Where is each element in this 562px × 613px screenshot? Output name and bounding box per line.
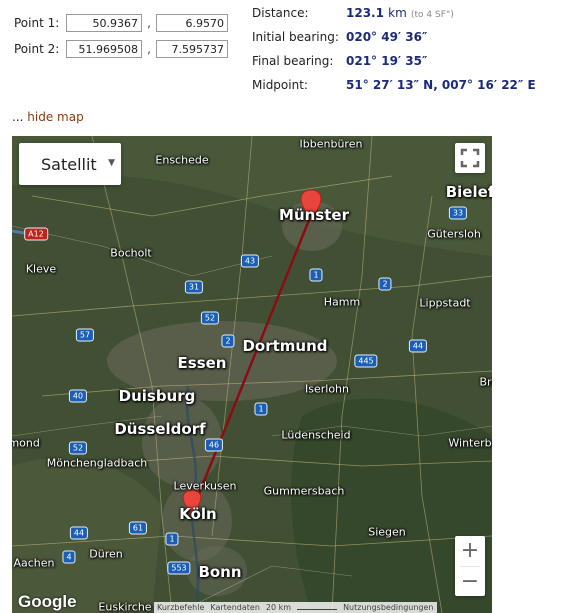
road-shield: 553 xyxy=(167,561,191,575)
road-shield: 2 xyxy=(378,277,392,291)
city-label: Köln xyxy=(179,505,217,523)
initial-bearing-value: 020° 49′ 36″ xyxy=(346,30,428,44)
plus-icon: + xyxy=(460,538,480,563)
point1-label: Point 1: xyxy=(14,16,60,30)
city-label: Bonn xyxy=(198,563,242,581)
city-label: Enschede xyxy=(155,153,209,167)
city-label: Düsseldorf xyxy=(114,420,206,438)
road-shield: 31 xyxy=(184,280,204,294)
city-label: rmond xyxy=(12,436,40,450)
initial-bearing-label: Initial bearing: xyxy=(252,30,339,44)
map-type-button[interactable]: Satellit ▼ xyxy=(19,143,121,185)
city-label: Gütersloh xyxy=(427,227,481,241)
point2-lat-input[interactable] xyxy=(66,40,142,58)
satellite-terrain xyxy=(12,136,492,613)
road-shield: 4 xyxy=(62,550,76,564)
city-label: Lippstadt xyxy=(419,296,471,310)
road-shield: 46 xyxy=(204,438,224,452)
scale-label: 20 km xyxy=(265,603,292,612)
minus-icon: − xyxy=(460,569,480,594)
point2-row: Point 2: , xyxy=(14,40,228,58)
fullscreen-icon xyxy=(460,148,480,168)
point1-lon-input[interactable] xyxy=(156,14,228,32)
city-label: Siegen xyxy=(368,525,406,539)
scale-bar xyxy=(297,605,338,610)
map-data-link[interactable]: Kartendaten xyxy=(210,603,260,612)
point1-row: Point 1: , xyxy=(14,14,228,32)
point2-separator: , xyxy=(147,42,151,56)
city-label: Mönchengladbach xyxy=(46,456,148,470)
distance-value-group: 123.1 km (to 4 SF°) xyxy=(346,6,454,20)
map-attribution: Kurzbefehle Kartendaten 20 km Nutzungsbe… xyxy=(154,602,437,613)
google-logo: Google xyxy=(18,592,77,611)
final-bearing-value: 021° 19′ 35″ xyxy=(346,54,428,68)
city-label: Bielef xyxy=(445,183,492,201)
road-shield: 2 xyxy=(221,334,235,348)
city-label: Gummersbach xyxy=(263,484,345,498)
road-shield: 57 xyxy=(75,328,95,342)
road-shield: 1 xyxy=(309,268,323,282)
city-label: Düren xyxy=(89,547,123,561)
road-shield: 1 xyxy=(254,402,268,416)
map-view[interactable]: Enschede Ibbenbüren Münster Bielef Güter… xyxy=(12,136,492,613)
city-label: Hamm xyxy=(323,295,361,309)
city-label: Bri xyxy=(479,375,492,389)
city-label: Essen xyxy=(177,354,227,372)
city-label: Euskirche xyxy=(98,600,152,613)
road-shield: 52 xyxy=(68,441,88,455)
road-shield: 43 xyxy=(240,254,260,268)
city-label: Kleve xyxy=(25,262,57,276)
road-shield: 44 xyxy=(69,526,89,540)
city-label: Leverkusen xyxy=(173,479,237,493)
city-label: Ibbenbüren xyxy=(299,137,363,151)
terms-link[interactable]: Nutzungsbedingungen xyxy=(343,603,433,612)
city-label: Lüdenscheid xyxy=(281,428,351,442)
road-shield: 1 xyxy=(165,532,179,546)
city-label: Münster xyxy=(279,206,349,224)
shortcuts-link[interactable]: Kurzbefehle xyxy=(157,603,204,612)
map-type-label: Satellit xyxy=(41,154,97,174)
city-label: Duisburg xyxy=(118,387,196,405)
distance-unit: km xyxy=(388,6,407,20)
road-shield: A12 xyxy=(24,227,48,241)
point2-lon-input[interactable] xyxy=(156,40,228,58)
hide-map-prefix: ... xyxy=(12,110,24,124)
hide-map-link[interactable]: hide map xyxy=(27,110,83,124)
road-shield: 44 xyxy=(408,339,428,353)
road-shield: 445 xyxy=(354,354,378,368)
city-label: Iserlohn xyxy=(305,382,349,396)
midpoint-label: Midpoint: xyxy=(252,78,308,92)
fullscreen-button[interactable] xyxy=(455,143,485,173)
road-shield: 40 xyxy=(68,389,88,403)
point1-separator: , xyxy=(147,16,151,30)
distance-label: Distance: xyxy=(252,6,309,20)
zoom-in-button[interactable]: + xyxy=(455,536,485,566)
distance-value: 123.1 xyxy=(346,6,384,20)
city-label: Dortmund xyxy=(242,337,328,355)
zoom-controls: + − xyxy=(455,536,485,596)
hide-map-row: ... hide map xyxy=(12,110,84,124)
distance-note: (to 4 SF°) xyxy=(410,10,454,20)
zoom-out-button[interactable]: − xyxy=(455,567,485,597)
point1-lat-input[interactable] xyxy=(66,14,142,32)
final-bearing-label: Final bearing: xyxy=(252,54,334,68)
road-shield: 33 xyxy=(448,206,468,220)
city-label: Bocholt xyxy=(110,246,152,260)
midpoint-value: 51° 27′ 13″ N, 007° 16′ 22″ E xyxy=(346,78,536,92)
city-label: Aachen xyxy=(13,556,55,570)
city-label: Winterb xyxy=(448,436,492,450)
chevron-down-icon: ▼ xyxy=(108,158,115,168)
road-shield: 61 xyxy=(128,521,148,535)
road-shield: 52 xyxy=(200,311,220,325)
point2-label: Point 2: xyxy=(14,42,60,56)
